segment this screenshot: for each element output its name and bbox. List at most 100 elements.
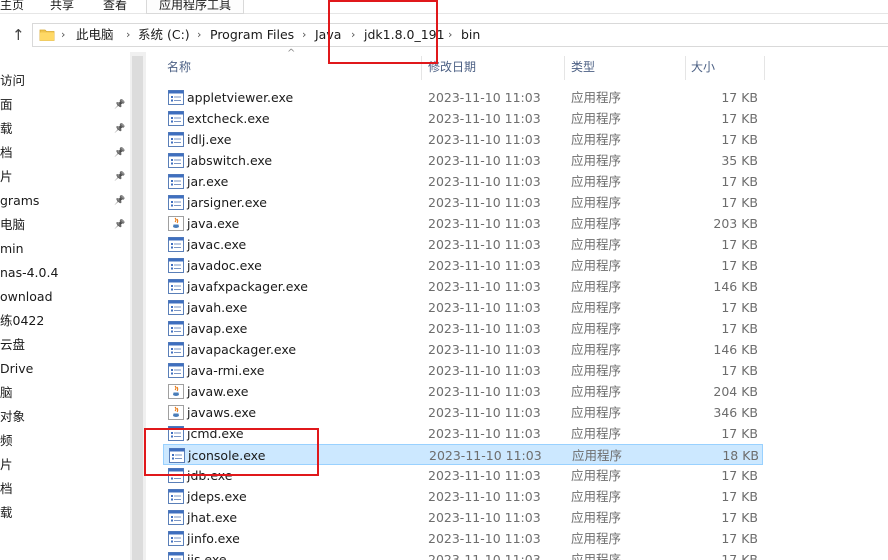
sidebar-item[interactable]: 载 [0,118,118,140]
sidebar-item[interactable]: 脑 [0,382,118,404]
breadcrumb-program-files[interactable]: Program Files [210,24,294,46]
annotation-box-jconsole [144,428,319,476]
sidebar-item[interactable]: 云盘 [0,334,118,356]
file-date: 2023-11-10 11:03 [428,405,541,420]
file-name: jhat.exe [187,510,238,525]
file-type: 应用程序 [571,195,622,210]
sidebar-item[interactable]: 档 [0,142,118,164]
tab-view[interactable]: 查看 [103,0,127,14]
exe-window-icon [168,153,184,168]
sidebar-item[interactable]: 档 [0,478,118,500]
sidebar-item[interactable]: 对象 [0,406,118,428]
file-name: javaws.exe [187,405,257,420]
file-size: 17 KB [721,489,758,504]
table-row[interactable]: jabswitch.exe 2023-11-10 11:03 应用程序 35 KB [163,150,763,171]
file-type: 应用程序 [571,468,622,483]
exe-window-icon [168,90,184,105]
file-size: 17 KB [721,363,758,378]
exe-window-icon [168,279,184,294]
pin-icon[interactable]: 📌 [114,171,126,183]
chevron-right-icon[interactable]: › [197,24,201,46]
chevron-right-icon[interactable]: › [448,24,452,46]
exe-window-icon [168,174,184,189]
file-date: 2023-11-10 11:03 [428,552,541,560]
file-size: 17 KB [721,174,758,189]
sidebar-item[interactable]: nas-4.0.4 [0,262,118,284]
file-name: javah.exe [187,300,248,315]
file-name: jabswitch.exe [187,153,273,168]
table-row[interactable]: jarsigner.exe 2023-11-10 11:03 应用程序 17 KB [163,192,763,213]
table-row[interactable]: jhat.exe 2023-11-10 11:03 应用程序 17 KB [163,507,763,528]
exe-window-icon [168,489,184,504]
file-type: 应用程序 [571,258,622,273]
breadcrumb-bin[interactable]: bin [461,24,480,46]
file-size: 18 KB [722,448,759,463]
table-row[interactable]: idlj.exe 2023-11-10 11:03 应用程序 17 KB [163,129,763,150]
table-row[interactable]: java-rmi.exe 2023-11-10 11:03 应用程序 17 KB [163,360,763,381]
tab-home[interactable]: 主页 [0,0,24,14]
table-row[interactable]: jar.exe 2023-11-10 11:03 应用程序 17 KB [163,171,763,192]
chevron-right-icon[interactable]: › [61,24,65,46]
sidebar-item[interactable]: 练0422 [0,310,118,332]
exe-window-icon [168,321,184,336]
table-row[interactable]: javac.exe 2023-11-10 11:03 应用程序 17 KB [163,234,763,255]
tab-application-tools[interactable]: 应用程序工具 [146,0,245,14]
tab-share[interactable]: 共享 [50,0,74,14]
sidebar-item[interactable]: 电脑 [0,214,118,236]
column-divider[interactable] [685,56,686,80]
column-divider[interactable] [764,56,765,80]
pin-icon[interactable]: 📌 [114,219,126,231]
pin-icon[interactable]: 📌 [114,99,126,111]
column-header-type[interactable]: 类型 [571,52,595,82]
table-row[interactable]: jinfo.exe 2023-11-10 11:03 应用程序 17 KB [163,528,763,549]
sidebar-item[interactable]: min [0,238,118,260]
up-arrow-icon[interactable]: ↑ [12,26,25,44]
sidebar-item[interactable]: 载 [0,502,118,524]
table-row[interactable]: javadoc.exe 2023-11-10 11:03 应用程序 17 KB [163,255,763,276]
table-row[interactable]: javaws.exe 2023-11-10 11:03 应用程序 346 KB [163,402,763,423]
chevron-right-icon[interactable]: › [126,24,130,46]
sidebar-item[interactable]: 片 [0,454,118,476]
table-row[interactable]: jjs.exe 2023-11-10 11:03 应用程序 17 KB [163,549,763,560]
table-row[interactable]: javaw.exe 2023-11-10 11:03 应用程序 204 KB [163,381,763,402]
sidebar-item[interactable]: Drive [0,358,118,380]
column-header-name[interactable]: 名称 [167,52,191,82]
pin-icon[interactable]: 📌 [114,147,126,159]
table-row[interactable]: javafxpackager.exe 2023-11-10 11:03 应用程序 14… [163,276,763,297]
sidebar-item[interactable]: 面 [0,94,118,116]
file-date: 2023-11-10 11:03 [428,237,541,252]
breadcrumb-system-c[interactable]: 系统 (C:) [138,24,190,46]
pin-icon[interactable]: 📌 [114,195,126,207]
file-date: 2023-11-10 11:03 [428,279,541,294]
file-type: 应用程序 [571,342,622,357]
table-row[interactable]: java.exe 2023-11-10 11:03 应用程序 203 KB [163,213,763,234]
table-row[interactable]: jdeps.exe 2023-11-10 11:03 应用程序 17 KB [163,486,763,507]
file-date: 2023-11-10 11:03 [428,384,541,399]
address-bar[interactable]: › 此电脑 › 系统 (C:) › Program Files › Java ›… [32,23,888,47]
table-row[interactable]: appletviewer.exe 2023-11-10 11:03 应用程序 17 K… [163,87,763,108]
ribbon-tabs: 主页 共享 查看 应用程序工具 [0,0,888,14]
sidebar-item[interactable]: 访问 [0,70,118,92]
table-row[interactable]: javapackager.exe 2023-11-10 11:03 应用程序 146 … [163,339,763,360]
file-size: 204 KB [713,384,758,399]
chevron-right-icon[interactable]: › [302,24,306,46]
file-type: 应用程序 [571,552,622,560]
pin-icon[interactable]: 📌 [114,123,126,135]
sidebar-item[interactable]: ownload [0,286,118,308]
sidebar-item[interactable]: 频 [0,430,118,452]
column-header-size[interactable]: 大小 [691,52,715,82]
nav-scrollbar-thumb[interactable] [132,56,143,560]
column-divider[interactable] [564,56,565,80]
table-row[interactable]: extcheck.exe 2023-11-10 11:03 应用程序 17 KB [163,108,763,129]
file-name: java-rmi.exe [187,363,265,378]
sidebar-item[interactable]: grams [0,190,118,212]
file-name: javapackager.exe [187,342,297,357]
table-row[interactable]: javah.exe 2023-11-10 11:03 应用程序 17 KB [163,297,763,318]
sidebar-item[interactable]: 片 [0,166,118,188]
file-date: 2023-11-10 11:03 [428,132,541,147]
file-name: idlj.exe [187,132,232,147]
breadcrumb-this-pc[interactable]: 此电脑 [76,24,114,46]
file-date: 2023-11-10 11:03 [429,448,542,463]
file-date: 2023-11-10 11:03 [428,510,541,525]
table-row[interactable]: javap.exe 2023-11-10 11:03 应用程序 17 KB [163,318,763,339]
